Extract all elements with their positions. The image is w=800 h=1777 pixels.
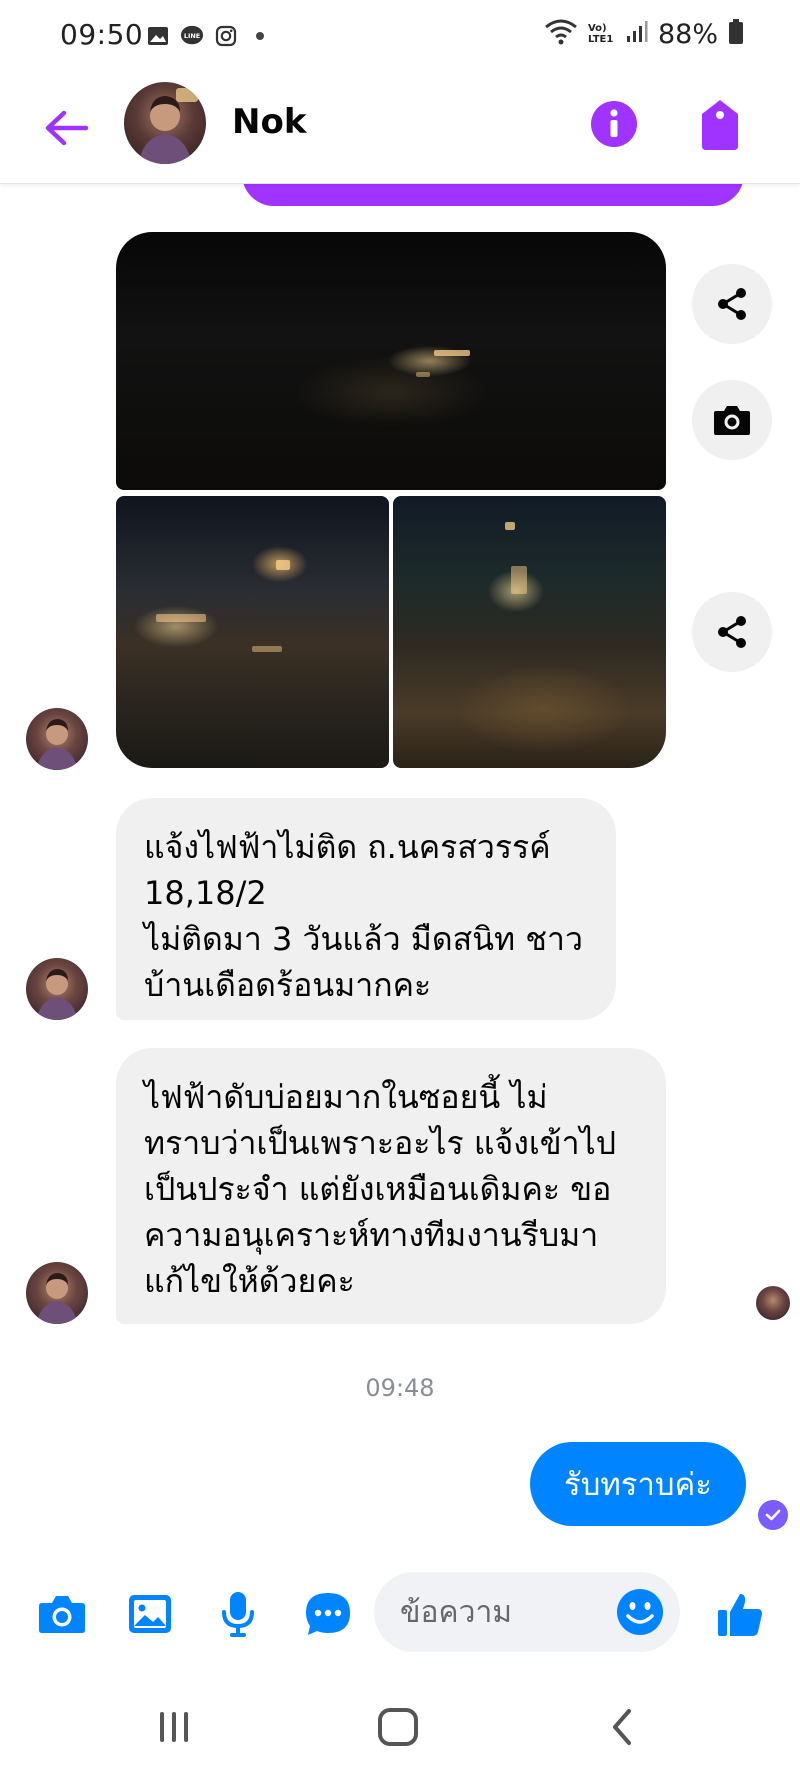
share-icon — [718, 616, 746, 648]
like-button[interactable] — [710, 1584, 770, 1644]
recent-apps-button[interactable] — [144, 1702, 204, 1752]
voice-message-button[interactable] — [208, 1584, 268, 1644]
message-text-line: ไฟฟ้าดับบ่อยมากในซอยนี้ ไม่ — [144, 1078, 548, 1116]
system-navigation-bar — [0, 1672, 800, 1777]
back-icon — [613, 1709, 631, 1745]
emoji-button[interactable] — [614, 1586, 666, 1638]
message-composer — [0, 1566, 800, 1662]
tag-icon — [702, 100, 738, 150]
sender-avatar[interactable] — [26, 1262, 88, 1324]
gallery-icon — [129, 1595, 171, 1633]
sent-message-text: รับทราบค่ะ — [564, 1467, 712, 1503]
wifi-icon — [544, 18, 578, 50]
message-text-line: แก้ไขให้ด้วยคะ — [144, 1262, 355, 1300]
sent-message-bubble[interactable]: รับทราบค่ะ — [530, 1442, 746, 1526]
message-text-line: ทราบว่าเป็นเพราะอะไร แจ้งเข้าไป — [144, 1124, 617, 1162]
status-time: 09:50 — [60, 18, 144, 51]
message-text-line: ความอนุเคราะห์ทางทีมงานรีบมา — [144, 1216, 599, 1254]
system-back-button[interactable] — [592, 1702, 652, 1752]
thumbs-up-icon — [718, 1594, 762, 1636]
message-timestamp: 09:48 — [365, 1374, 435, 1402]
notification-icons: LINE — [146, 24, 272, 48]
received-message-bubble[interactable]: ไฟฟ้าดับบ่อยมากในซอยนี้ ไม่ ทราบว่าเป็นเ… — [116, 1048, 666, 1324]
photo-light — [505, 522, 515, 530]
camera-button[interactable] — [32, 1584, 92, 1644]
recent-apps-icon — [160, 1712, 188, 1742]
back-button[interactable] — [36, 98, 96, 158]
photo-attachment-street-night-3[interactable] — [393, 496, 666, 768]
message-text-line: 18,18/2 — [144, 874, 267, 912]
instagram-icon — [214, 24, 238, 48]
contact-avatar[interactable] — [124, 82, 206, 164]
back-arrow-icon — [45, 110, 88, 146]
read-receipt-avatar — [756, 1286, 790, 1320]
camera-icon — [39, 1596, 85, 1633]
message-text-line: ไม่ติดมา 3 วันแล้ว มืดสนิท ชาว — [144, 920, 583, 958]
share-photos-button[interactable] — [692, 592, 772, 672]
microphone-icon — [222, 1592, 254, 1637]
message-text-line: เป็นประจำ แต่ยังเหมือนเดิมคะ ขอ — [144, 1170, 612, 1208]
chat-more-icon — [306, 1593, 350, 1635]
photo-light — [434, 350, 470, 356]
photo-light — [252, 646, 282, 652]
tag-button[interactable] — [696, 96, 744, 152]
gallery-notification-icon — [146, 24, 170, 48]
photo-light — [276, 560, 290, 570]
photo-attachment-street-night-1[interactable] — [116, 232, 666, 490]
share-photo-button[interactable] — [692, 264, 772, 344]
photo-light — [511, 566, 527, 594]
emoji-icon — [617, 1589, 663, 1635]
camera-icon — [714, 406, 750, 435]
status-right: Vo) LTE1 88% — [544, 18, 744, 50]
status-bar: 09:50 LINE Vo) LTE1 88% — [0, 0, 800, 72]
sender-avatar[interactable] — [26, 958, 88, 1020]
more-actions-button[interactable] — [298, 1584, 358, 1644]
contact-name[interactable]: Nok — [232, 102, 306, 142]
network-label: Vo) LTE1 — [587, 23, 614, 45]
message-input-container — [374, 1572, 680, 1652]
battery-icon — [728, 19, 744, 49]
signal-icon — [626, 20, 648, 48]
message-text-line: บ้านเดือดร้อนมากคะ — [144, 966, 432, 1004]
camera-reply-button[interactable] — [692, 380, 772, 460]
info-icon — [591, 101, 637, 147]
delivered-check-icon — [758, 1500, 788, 1530]
received-message-bubble[interactable]: แจ้งไฟฟ้าไม่ติด ถ.นครสวรรค์ 18,18/2 ไม่ต… — [116, 798, 616, 1020]
home-icon — [378, 1708, 418, 1746]
line-app-icon: LINE — [180, 24, 204, 48]
sender-avatar[interactable] — [26, 708, 88, 770]
more-notifications-dot-icon — [248, 24, 272, 48]
photo-attachment-street-night-2[interactable] — [116, 496, 389, 768]
conversation-header: Nok — [0, 72, 800, 184]
share-icon — [718, 288, 746, 320]
gallery-button[interactable] — [120, 1584, 180, 1644]
message-text-line: แจ้งไฟฟ้าไม่ติด ถ.นครสวรรค์ — [144, 828, 551, 866]
photo-light — [416, 372, 430, 377]
message-input[interactable] — [400, 1572, 610, 1652]
photo-light — [156, 614, 206, 622]
svg-text:LINE: LINE — [184, 32, 200, 40]
info-button[interactable] — [588, 98, 640, 150]
home-button[interactable] — [368, 1702, 428, 1752]
battery-percent: 88% — [657, 18, 718, 50]
